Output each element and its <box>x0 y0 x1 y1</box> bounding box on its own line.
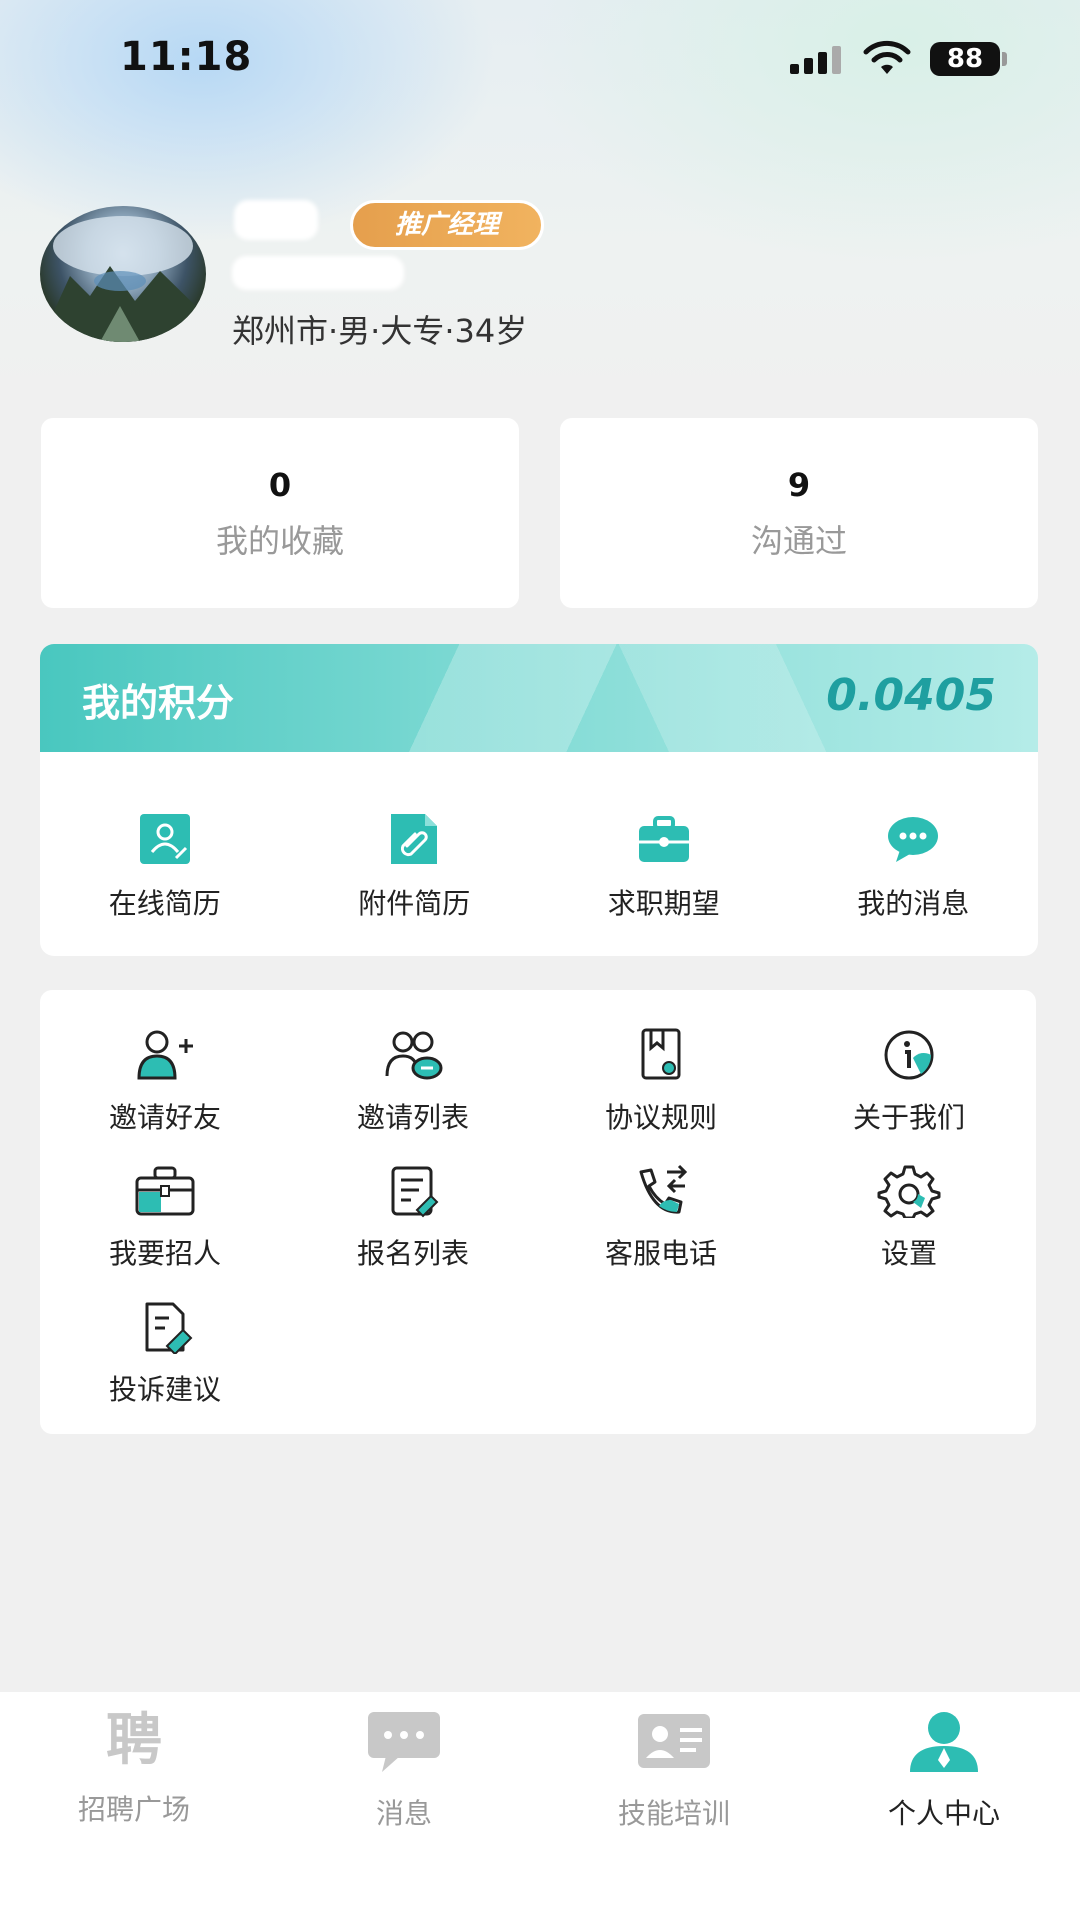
recruit-icon <box>135 1166 195 1216</box>
status-time: 11:18 <box>120 34 253 80</box>
points-title: 我的积分 <box>82 681 235 725</box>
gear-icon <box>877 1165 941 1220</box>
briefcase-icon <box>638 816 689 862</box>
my-messages-button[interactable]: 我的消息 <box>813 812 1013 922</box>
menu-card: 邀请好友 邀请列表 协议规则 关于我们 我要招人 报名列表 客服电话 设置 投诉… <box>40 990 1036 1434</box>
menu-label: 邀请列表 <box>356 1101 469 1134</box>
stat-card-favorites[interactable]: 0 我的收藏 <box>41 418 519 608</box>
menu-label: 投诉建议 <box>108 1373 221 1406</box>
tab-label: 个人中心 <box>887 1797 1000 1830</box>
settings-button[interactable]: 设置 <box>809 1164 1009 1272</box>
stat-label: 我的收藏 <box>215 522 344 560</box>
profile-name-redacted <box>234 200 318 240</box>
pg-label: 我的消息 <box>857 887 970 920</box>
signup-list-button[interactable]: 报名列表 <box>313 1164 513 1272</box>
menu-label: 协议规则 <box>604 1101 717 1134</box>
menu-label: 设置 <box>880 1237 937 1270</box>
recruit-char-icon: 聘 <box>106 1708 162 1773</box>
chat-icon <box>888 817 939 862</box>
attachment-icon <box>391 814 438 864</box>
attachment-resume-button[interactable]: 附件简历 <box>314 812 514 922</box>
pg-label: 在线简历 <box>108 887 221 920</box>
points-value: 0.0405 <box>826 670 996 721</box>
stat-label: 沟通过 <box>750 522 847 560</box>
tab-personal-center[interactable]: 个人中心 <box>834 1706 1054 1832</box>
stat-card-contacted[interactable]: 9 沟通过 <box>560 418 1038 608</box>
tab-skills-training[interactable]: 技能培训 <box>564 1706 784 1832</box>
wifi-icon <box>863 40 911 74</box>
info-icon <box>884 1030 934 1080</box>
tab-messages[interactable]: 消息 <box>294 1706 514 1832</box>
feedback-icon <box>145 1302 193 1356</box>
document-icon <box>641 1028 681 1080</box>
tab-label: 技能培训 <box>617 1797 730 1830</box>
job-expectation-button[interactable]: 求职期望 <box>564 812 764 922</box>
recruit-button[interactable]: 我要招人 <box>65 1164 265 1272</box>
tab-bar: 聘 招聘广场 消息 技能培训 个人中心 <box>0 1692 1080 1920</box>
add-friend-icon <box>137 1030 193 1080</box>
battery-icon: 88 <box>930 42 1000 76</box>
pg-label: 附件简历 <box>358 887 471 920</box>
role-badge: 推广经理 <box>350 200 544 250</box>
menu-label: 邀请好友 <box>108 1101 221 1134</box>
id-card-icon <box>638 1714 710 1768</box>
message-icon <box>368 1712 440 1772</box>
signup-list-icon <box>391 1166 439 1218</box>
stat-value: 0 <box>268 466 292 504</box>
status-bar: 11:18 88 <box>0 0 1080 120</box>
agreement-rules-button[interactable]: 协议规则 <box>561 1028 761 1136</box>
stat-value: 9 <box>787 466 811 504</box>
resume-icon <box>139 814 190 864</box>
points-header[interactable]: 我的积分 0.0405 <box>40 644 1038 752</box>
phone-icon <box>639 1164 688 1214</box>
points-card: 我的积分 0.0405 在线简历 附件简历 求职期望 我的消息 <box>40 644 1038 956</box>
profile-info: 郑州市·男·大专·34岁 <box>232 312 528 350</box>
invite-list-button[interactable]: 邀请列表 <box>313 1028 513 1136</box>
profile-subname-redacted <box>232 256 404 290</box>
invite-friends-button[interactable]: 邀请好友 <box>65 1028 265 1136</box>
about-us-button[interactable]: 关于我们 <box>809 1028 1009 1136</box>
tab-label: 招聘广场 <box>77 1793 190 1826</box>
avatar[interactable] <box>40 206 206 342</box>
feedback-button[interactable]: 投诉建议 <box>65 1300 265 1408</box>
menu-label: 客服电话 <box>604 1237 717 1270</box>
user-icon <box>910 1712 978 1772</box>
users-list-icon <box>385 1031 443 1080</box>
pg-label: 求职期望 <box>607 887 720 920</box>
customer-service-button[interactable]: 客服电话 <box>561 1164 761 1272</box>
tab-label: 消息 <box>375 1797 432 1830</box>
menu-label: 我要招人 <box>108 1237 221 1270</box>
menu-label: 关于我们 <box>852 1101 965 1134</box>
signal-icon <box>790 46 844 74</box>
battery-tip <box>1002 52 1007 66</box>
tab-recruitment[interactable]: 聘 招聘广场 <box>24 1706 244 1828</box>
online-resume-button[interactable]: 在线简历 <box>65 812 265 922</box>
menu-label: 报名列表 <box>356 1237 469 1270</box>
